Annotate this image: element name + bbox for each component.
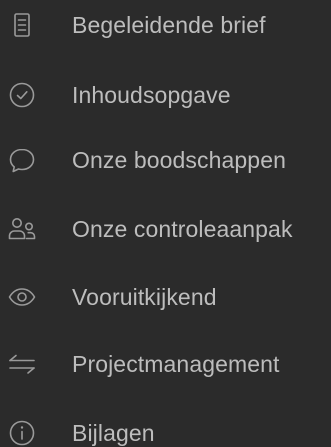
eye-icon bbox=[6, 281, 38, 313]
menu-item-onze-boodschappen[interactable]: Onze boodschappen bbox=[0, 135, 331, 185]
menu-item-onze-controleaanpak[interactable]: Onze controleaanpak bbox=[0, 204, 331, 254]
check-circle-icon bbox=[6, 79, 38, 111]
menu-item-inhoudsopgave[interactable]: Inhoudsopgave bbox=[0, 70, 331, 120]
menu-item-begeleidende-brief[interactable]: Begeleidende brief bbox=[0, 0, 331, 50]
menu-item-label: Onze boodschappen bbox=[72, 147, 286, 173]
menu-item-label: Onze controleaanpak bbox=[72, 216, 293, 242]
menu-item-label: Projectmanagement bbox=[72, 351, 280, 377]
menu-item-vooruitkijkend[interactable]: Vooruitkijkend bbox=[0, 272, 331, 322]
menu-item-label: Inhoudsopgave bbox=[72, 82, 231, 108]
menu-item-label: Bijlagen bbox=[72, 420, 155, 446]
swap-arrows-icon bbox=[6, 348, 38, 380]
people-icon bbox=[6, 213, 38, 245]
menu-item-bijlagen[interactable]: Bijlagen bbox=[0, 408, 331, 447]
menu-item-projectmanagement[interactable]: Projectmanagement bbox=[0, 339, 331, 389]
menu-item-label: Begeleidende brief bbox=[72, 12, 266, 38]
speech-bubble-icon bbox=[6, 144, 38, 176]
info-icon bbox=[6, 417, 38, 447]
document-icon bbox=[6, 9, 38, 41]
menu-item-label: Vooruitkijkend bbox=[72, 284, 217, 310]
navigation-menu: Begeleidende brief Inhoudsopgave Onze bo… bbox=[0, 0, 331, 447]
